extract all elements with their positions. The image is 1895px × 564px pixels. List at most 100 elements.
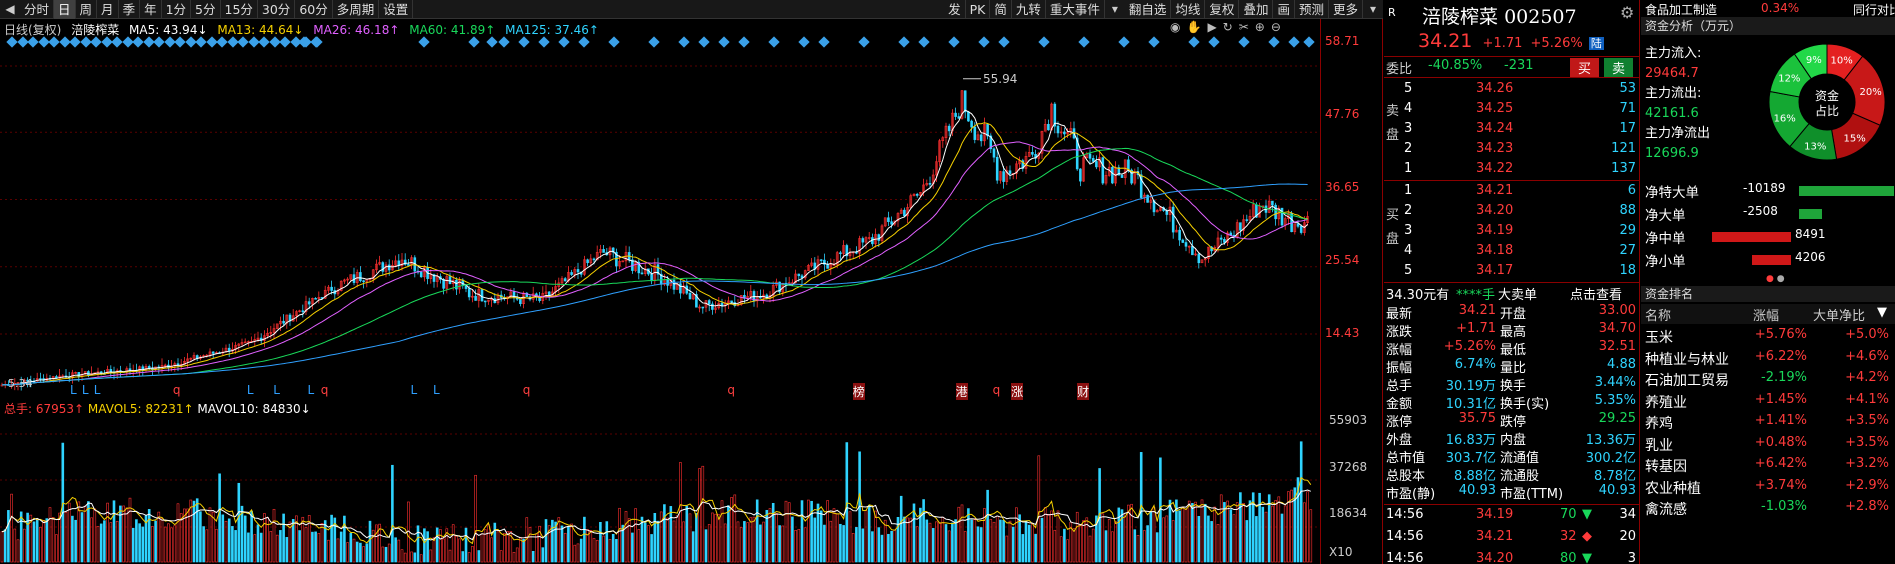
big-order-row[interactable]: 34.30元有 ****手 大卖单 点击查看 (1384, 282, 1640, 303)
btn-restore[interactable]: 复权 (1205, 0, 1240, 19)
candle-body (1191, 245, 1194, 256)
btn-more[interactable]: 更多 (1329, 0, 1363, 19)
order-level[interactable]: 5 34.17 18 (1384, 262, 1640, 282)
plus-icon[interactable]: ⊕ (1255, 20, 1271, 34)
candlestick-chart[interactable]: 55.945.34 (0, 52, 1320, 397)
volume-bar (864, 510, 868, 563)
btn-ma[interactable]: 均线 (1171, 0, 1206, 19)
tab-settings[interactable]: 设置 (379, 0, 414, 19)
signal-marker (918, 36, 930, 48)
order-level[interactable]: 4 34.18 27 (1384, 242, 1640, 262)
tab-quarter[interactable]: 季 (119, 0, 141, 19)
volume-bar (608, 539, 612, 563)
volume-bar (682, 521, 685, 563)
rank-row[interactable]: 禽流感 -1.03% +2.8% (1641, 498, 1895, 518)
volume-bar (1191, 503, 1194, 563)
order-level[interactable]: 3 34.19 29 (1384, 222, 1640, 242)
sector-name[interactable]: 食品加工制造 (1645, 1, 1717, 18)
gear-icon[interactable]: ⚙ (1620, 3, 1634, 22)
dropdown-icon[interactable]: ▾ (1108, 2, 1122, 16)
candle-body (640, 272, 644, 275)
volume-bar (400, 549, 404, 563)
cut-icon[interactable]: ✂ (1239, 20, 1255, 34)
tab-5min[interactable]: 5分 (191, 0, 221, 19)
tab-60min[interactable]: 60分 (295, 0, 333, 19)
tab-30min[interactable]: 30分 (258, 0, 296, 19)
candle-body (330, 286, 333, 291)
btn-forecast[interactable]: 预测 (1295, 0, 1329, 19)
peer-compare[interactable]: 同行对比 (1853, 1, 1895, 18)
volume-bar (947, 530, 951, 563)
volume-bar (701, 465, 705, 563)
volume-chart[interactable] (0, 412, 1320, 564)
volume-bar (1027, 524, 1031, 563)
candle-body (39, 378, 42, 380)
tab-month[interactable]: 月 (97, 0, 119, 19)
hand-icon[interactable]: ✋ (1186, 20, 1207, 34)
refresh-icon[interactable]: ↻ (1223, 20, 1239, 34)
rank-row[interactable]: 种植业与林业 +6.22% +4.6% (1641, 348, 1895, 368)
order-level[interactable]: 1 34.22 137 (1384, 160, 1640, 180)
buy-side-label: 买盘 (1386, 208, 1400, 247)
tab-fenshi[interactable]: 分时 (20, 0, 55, 19)
rank-row[interactable]: 转基因 +6.42% +3.2% (1641, 455, 1895, 475)
view-link[interactable]: 点击查看 (1570, 284, 1622, 303)
rank-row[interactable]: 乳业 +0.48% +3.5% (1641, 434, 1895, 454)
sell-button[interactable]: 卖 (1604, 58, 1634, 77)
btn-major-events[interactable]: 重大事件 (1046, 0, 1105, 19)
btn-overlay[interactable]: 叠加 (1239, 0, 1274, 19)
rank-row[interactable]: 石油加工贸易 -2.19% +4.2% (1641, 369, 1895, 389)
rank-row[interactable]: 养鸡 +1.41% +3.5% (1641, 412, 1895, 432)
chart-tool-icons: ◉✋▶↻✂⊕⊖ (1170, 20, 1287, 34)
tab-multi-period[interactable]: 多周期 (333, 0, 380, 19)
btn-pk[interactable]: PK (966, 0, 991, 19)
order-level[interactable]: 4 34.25 71 (1384, 100, 1640, 120)
eye-icon[interactable]: ◉ (1170, 20, 1186, 34)
rank-row[interactable]: 农业种植 +3.74% +2.9% (1641, 477, 1895, 497)
volume-bar (928, 522, 932, 563)
order-level[interactable]: 2 34.20 88 (1384, 202, 1640, 222)
tab-week[interactable]: 周 (76, 0, 98, 19)
volume-bar (151, 526, 154, 563)
menu-dropdown-icon[interactable]: ▾ (1366, 2, 1380, 16)
tab-1min[interactable]: 1分 (162, 0, 192, 19)
buy-button[interactable]: 买 (1570, 58, 1600, 77)
volume-bar (512, 551, 516, 563)
volume-bar (141, 526, 145, 563)
signal-marker (648, 36, 660, 48)
btn-fa[interactable]: 发 (944, 0, 966, 19)
volume-bar (877, 527, 881, 563)
candle-body (890, 221, 893, 225)
volume-bar (215, 528, 218, 563)
btn-add-watch[interactable]: 翻自选 (1125, 0, 1172, 19)
tab-day[interactable]: 日 (54, 0, 76, 19)
minus-icon[interactable]: ⊖ (1271, 20, 1287, 34)
stat-row: 市盈(静) 40.93 市盈(TTM) 40.93 (1386, 483, 1636, 502)
rank-row[interactable]: 养殖业 +1.45% +4.1% (1641, 391, 1895, 411)
rank-row[interactable]: 玉米 +5.76% +5.0% (1641, 326, 1895, 346)
volume-bar (781, 525, 785, 563)
candle-body (666, 279, 669, 286)
volume-bar (839, 523, 842, 563)
candle-body (819, 259, 823, 262)
nav-left-icon[interactable]: ◀ (3, 2, 17, 16)
tab-15min[interactable]: 15分 (221, 0, 258, 19)
volume-bar (250, 510, 253, 563)
order-level[interactable]: 3 34.24 17 (1384, 120, 1640, 140)
order-level[interactable]: 1 34.21 6 (1384, 182, 1640, 202)
volume-bar (138, 523, 141, 563)
candle-body (314, 297, 317, 300)
tab-year[interactable]: 年 (140, 0, 162, 19)
order-level[interactable]: 2 34.23 121 (1384, 140, 1640, 160)
flow-bar (1711, 232, 1791, 242)
btn-draw[interactable]: 画 (1273, 0, 1295, 19)
order-level[interactable]: 5 34.26 53 (1384, 80, 1640, 100)
play-icon[interactable]: ▶ (1207, 20, 1222, 34)
btn-jiuzhuan[interactable]: 九转 (1012, 0, 1046, 19)
btn-jian[interactable]: 简 (990, 0, 1012, 19)
volume-bar (499, 550, 503, 563)
volume-bar (1203, 503, 1207, 563)
volume-bar (1216, 524, 1220, 563)
volume-bar (170, 527, 173, 563)
kline-panel: ◀ 分时 日 周 月 季 年 1分 5分 15分 30分 60分 多周期 设置 … (0, 0, 1383, 564)
